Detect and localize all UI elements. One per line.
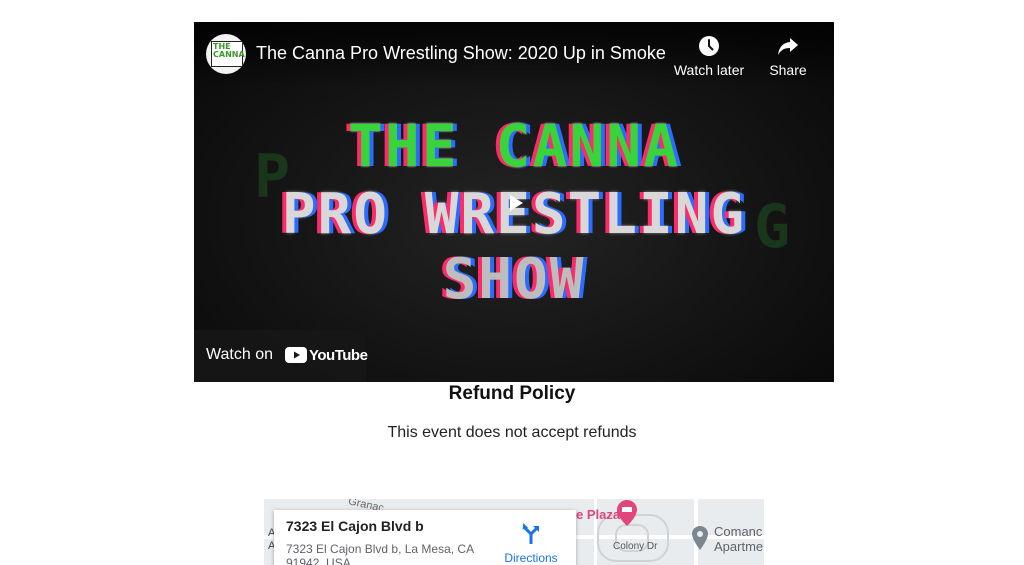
place-marker-icon[interactable] [692,526,708,550]
thumbnail-line-1: THE CANNA [347,112,681,180]
directions-icon [522,523,539,545]
video-title[interactable]: The Canna Pro Wrestling Show: 2020 Up in… [256,43,666,64]
google-map-embed[interactable]: Granac A A e Plaza Colony Dr Comanc Apar… [264,499,764,565]
address-full: 7323 El Cajon Blvd b, La Mesa, CA 91942,… [286,542,474,565]
address-title: 7323 El Cajon Blvd b [286,518,424,534]
map-street-colony: Colony Dr [613,541,658,552]
play-icon[interactable] [498,188,532,218]
youtube-wordmark: YouTube [309,347,368,364]
watch-on-youtube-button[interactable]: Watch on YouTube [194,330,368,382]
map-info-card: 7323 El Cajon Blvd b 7323 El Cajon Blvd … [274,510,576,565]
hotel-marker-icon[interactable] [617,500,637,526]
clock-icon [699,36,719,56]
share-label: Share [769,62,807,78]
refund-policy-text: This event does not accept refunds [387,424,637,441]
map-poi-plaza[interactable]: e Plaza [576,507,620,522]
share-arrow-icon [778,38,798,55]
map-poi-apartments[interactable]: Comanc Apartme [714,524,763,554]
thumbnail-line-3: SHOW [442,247,586,312]
channel-logo-text: THE CANNA [213,42,245,59]
watch-on-label: Watch on [206,346,273,363]
youtube-embed[interactable]: P G THE CANNA PRO WRESTLING SHOW THE CAN… [194,22,834,382]
video-header-bar: THE CANNA The Canna Pro Wrestling Show: … [194,22,834,86]
youtube-logo-icon [285,347,307,363]
share-button[interactable]: Share [764,34,812,78]
watch-later-label: Watch later [673,62,745,78]
refund-policy-heading: Refund Policy [448,383,576,404]
channel-avatar[interactable]: THE CANNA [206,34,246,74]
directions-label: Directions [504,551,558,565]
watch-later-button[interactable]: Watch later [673,34,745,78]
directions-button[interactable]: Directions [498,522,564,565]
